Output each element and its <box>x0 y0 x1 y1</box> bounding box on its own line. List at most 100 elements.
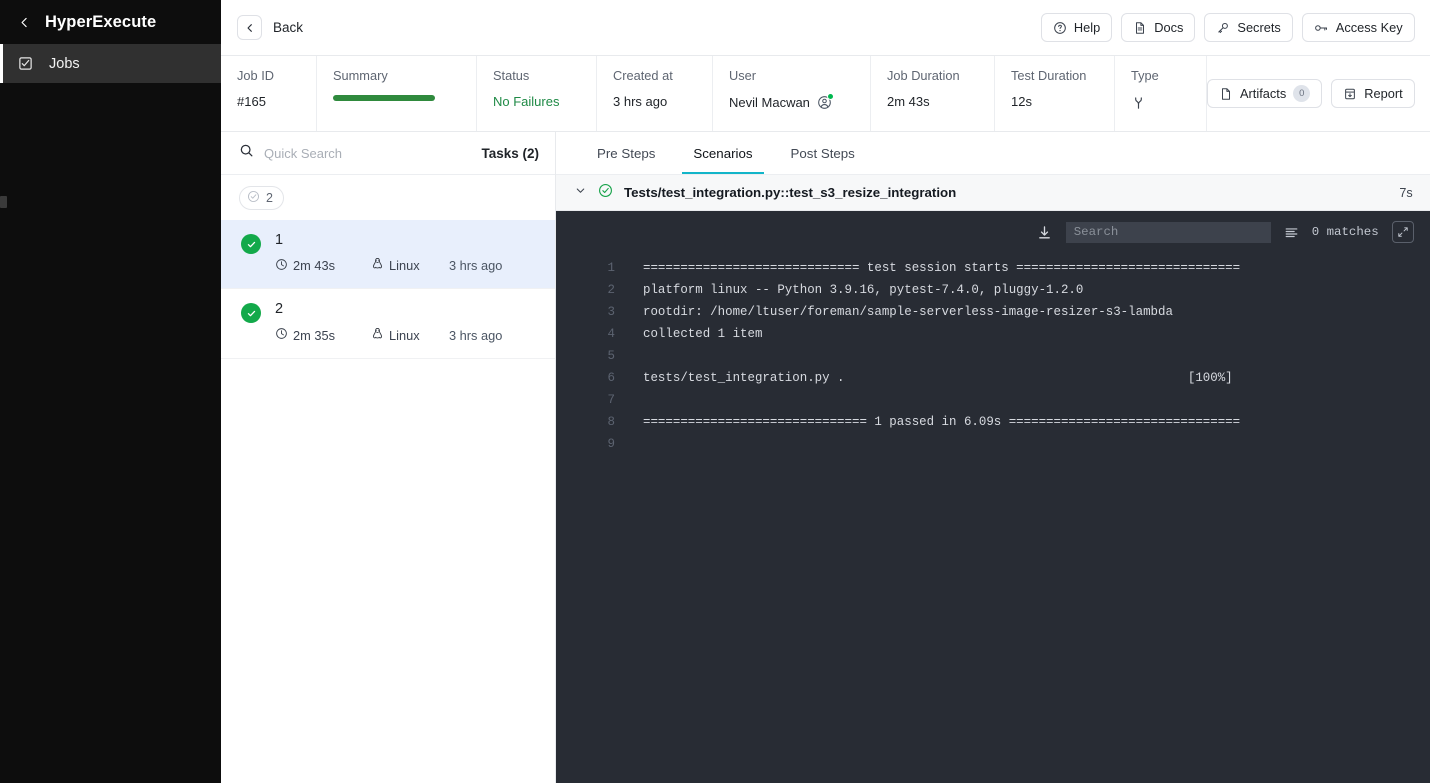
content-split: Tasks (2) 2 <box>221 132 1430 783</box>
console-matches-label: 0 matches <box>1312 225 1379 239</box>
tab-post-steps[interactable]: Post Steps <box>772 132 874 174</box>
info-label: User <box>729 70 870 83</box>
task-os: Linux <box>371 327 449 344</box>
chevron-left-icon <box>237 15 262 40</box>
console-line-text: collected 1 item <box>615 323 762 345</box>
git-branch-icon <box>1131 95 1146 110</box>
access-key-button[interactable]: Access Key <box>1302 13 1415 42</box>
artifacts-button[interactable]: Artifacts 0 <box>1207 79 1322 108</box>
info-cell-test-duration: Test Duration 12s <box>995 56 1115 131</box>
task-duration-label: 2m 35s <box>293 328 335 343</box>
task-body: 1 2m 43s <box>275 232 537 274</box>
tasks-filter-row: 2 <box>221 175 555 220</box>
document-icon <box>1133 21 1147 35</box>
scenario-duration: 7s <box>1399 186 1412 200</box>
console-toolbar: 0 matches <box>556 211 1430 253</box>
scenario-name: Tests/test_integration.py::test_s3_resiz… <box>624 185 1388 200</box>
tab-label: Post Steps <box>791 146 855 161</box>
tab-label: Pre Steps <box>597 146 655 161</box>
back-button[interactable]: Back <box>237 15 303 40</box>
task-row[interactable]: 1 2m 43s <box>221 220 555 289</box>
docs-button-label: Docs <box>1154 20 1183 35</box>
console-line: 9 <box>556 433 1430 455</box>
clock-icon <box>275 258 288 274</box>
key-icon <box>1216 21 1230 35</box>
check-circle-outline-icon <box>247 190 260 206</box>
tab-scenarios[interactable]: Scenarios <box>674 132 771 174</box>
tab-pre-steps[interactable]: Pre Steps <box>578 132 674 174</box>
task-os-label: Linux <box>389 258 420 273</box>
console-line-number: 5 <box>556 345 615 367</box>
info-value-summary <box>333 95 476 101</box>
expand-arrows-icon[interactable] <box>1392 221 1414 243</box>
console-line-text: tests/test_integration.py . [100%] <box>615 367 1233 389</box>
check-circle-filled-icon <box>241 234 261 254</box>
main-area: Back Help <box>221 0 1430 783</box>
console-lines: 1============================= test sess… <box>556 253 1430 783</box>
console-line-text: ============================== 1 passed … <box>615 411 1240 433</box>
help-button[interactable]: Help <box>1041 13 1112 42</box>
info-cell-created-at: Created at 3 hrs ago <box>597 56 713 131</box>
status-filter-chip-label: 2 <box>266 191 273 205</box>
clock-icon <box>275 327 288 343</box>
access-key-button-label: Access Key <box>1336 20 1403 35</box>
info-label: Job Duration <box>887 70 994 83</box>
console-line-text: platform linux -- Python 3.9.16, pytest-… <box>615 279 1083 301</box>
report-button[interactable]: Report <box>1331 79 1414 108</box>
search-icon <box>239 143 254 163</box>
info-label: Type <box>1131 70 1206 83</box>
question-circle-icon <box>1053 21 1067 35</box>
chevron-left-icon[interactable] <box>18 16 31 29</box>
info-value-created-at: 3 hrs ago <box>613 95 712 108</box>
online-status-dot <box>827 93 834 100</box>
info-cell-type: Type <box>1115 56 1207 131</box>
sidebar-item-jobs[interactable]: Jobs <box>0 44 221 83</box>
check-circle-filled-icon <box>241 303 261 323</box>
console-search-input[interactable] <box>1066 222 1271 243</box>
task-duration: 2m 43s <box>275 258 371 274</box>
linux-penguin-icon <box>371 327 384 344</box>
task-duration-label: 2m 43s <box>293 258 335 273</box>
console-line-number: 1 <box>556 257 615 279</box>
info-label: Summary <box>333 70 476 83</box>
tab-label: Scenarios <box>693 146 752 161</box>
app-root: HyperExecute Jobs Back <box>0 0 1430 783</box>
topbar-actions: Help Docs <box>1041 13 1415 42</box>
report-button-label: Report <box>1364 86 1402 101</box>
search-input[interactable] <box>264 146 471 161</box>
console-line-number: 8 <box>556 411 615 433</box>
status-filter-chip[interactable]: 2 <box>239 186 284 210</box>
info-value-test-duration: 12s <box>1011 95 1114 108</box>
text-lines-icon[interactable] <box>1284 225 1299 240</box>
file-icon <box>1219 87 1233 101</box>
detail-panel: Pre Steps Scenarios Post Steps <box>556 132 1430 783</box>
task-meta: 2m 35s <box>275 327 537 344</box>
console-line: 2platform linux -- Python 3.9.16, pytest… <box>556 279 1430 301</box>
key-horizontal-icon <box>1314 21 1329 35</box>
secrets-button[interactable]: Secrets <box>1204 13 1292 42</box>
chevron-down-icon[interactable] <box>574 184 587 202</box>
console-line-number: 4 <box>556 323 615 345</box>
sidebar-header: HyperExecute <box>0 0 221 44</box>
download-icon[interactable] <box>1036 224 1053 241</box>
artifacts-count-badge: 0 <box>1293 85 1310 102</box>
docs-button[interactable]: Docs <box>1121 13 1195 42</box>
console-line: 5 <box>556 345 1430 367</box>
tasks-panel: Tasks (2) 2 <box>221 132 556 783</box>
task-row[interactable]: 2 2m 35s <box>221 289 555 358</box>
console-line-number: 6 <box>556 367 615 389</box>
task-os-label: Linux <box>389 328 420 343</box>
tasks-search-row: Tasks (2) <box>221 132 555 175</box>
secrets-button-label: Secrets <box>1237 20 1280 35</box>
task-body: 2 2m 35s <box>275 301 537 343</box>
detail-tabs: Pre Steps Scenarios Post Steps <box>556 132 1430 175</box>
info-value-user: Nevil Macwan <box>729 95 870 110</box>
console-line-text <box>615 345 643 367</box>
help-button-label: Help <box>1074 20 1100 35</box>
sidebar-scroll-handle[interactable] <box>0 196 7 208</box>
console-output: 0 matches 1=============================… <box>556 211 1430 783</box>
job-info-bar: Job ID #165 Summary Status No Failures C… <box>221 56 1430 132</box>
avatar <box>817 95 832 110</box>
scenario-row[interactable]: Tests/test_integration.py::test_s3_resiz… <box>556 175 1430 211</box>
summary-progress-bar <box>333 95 435 101</box>
